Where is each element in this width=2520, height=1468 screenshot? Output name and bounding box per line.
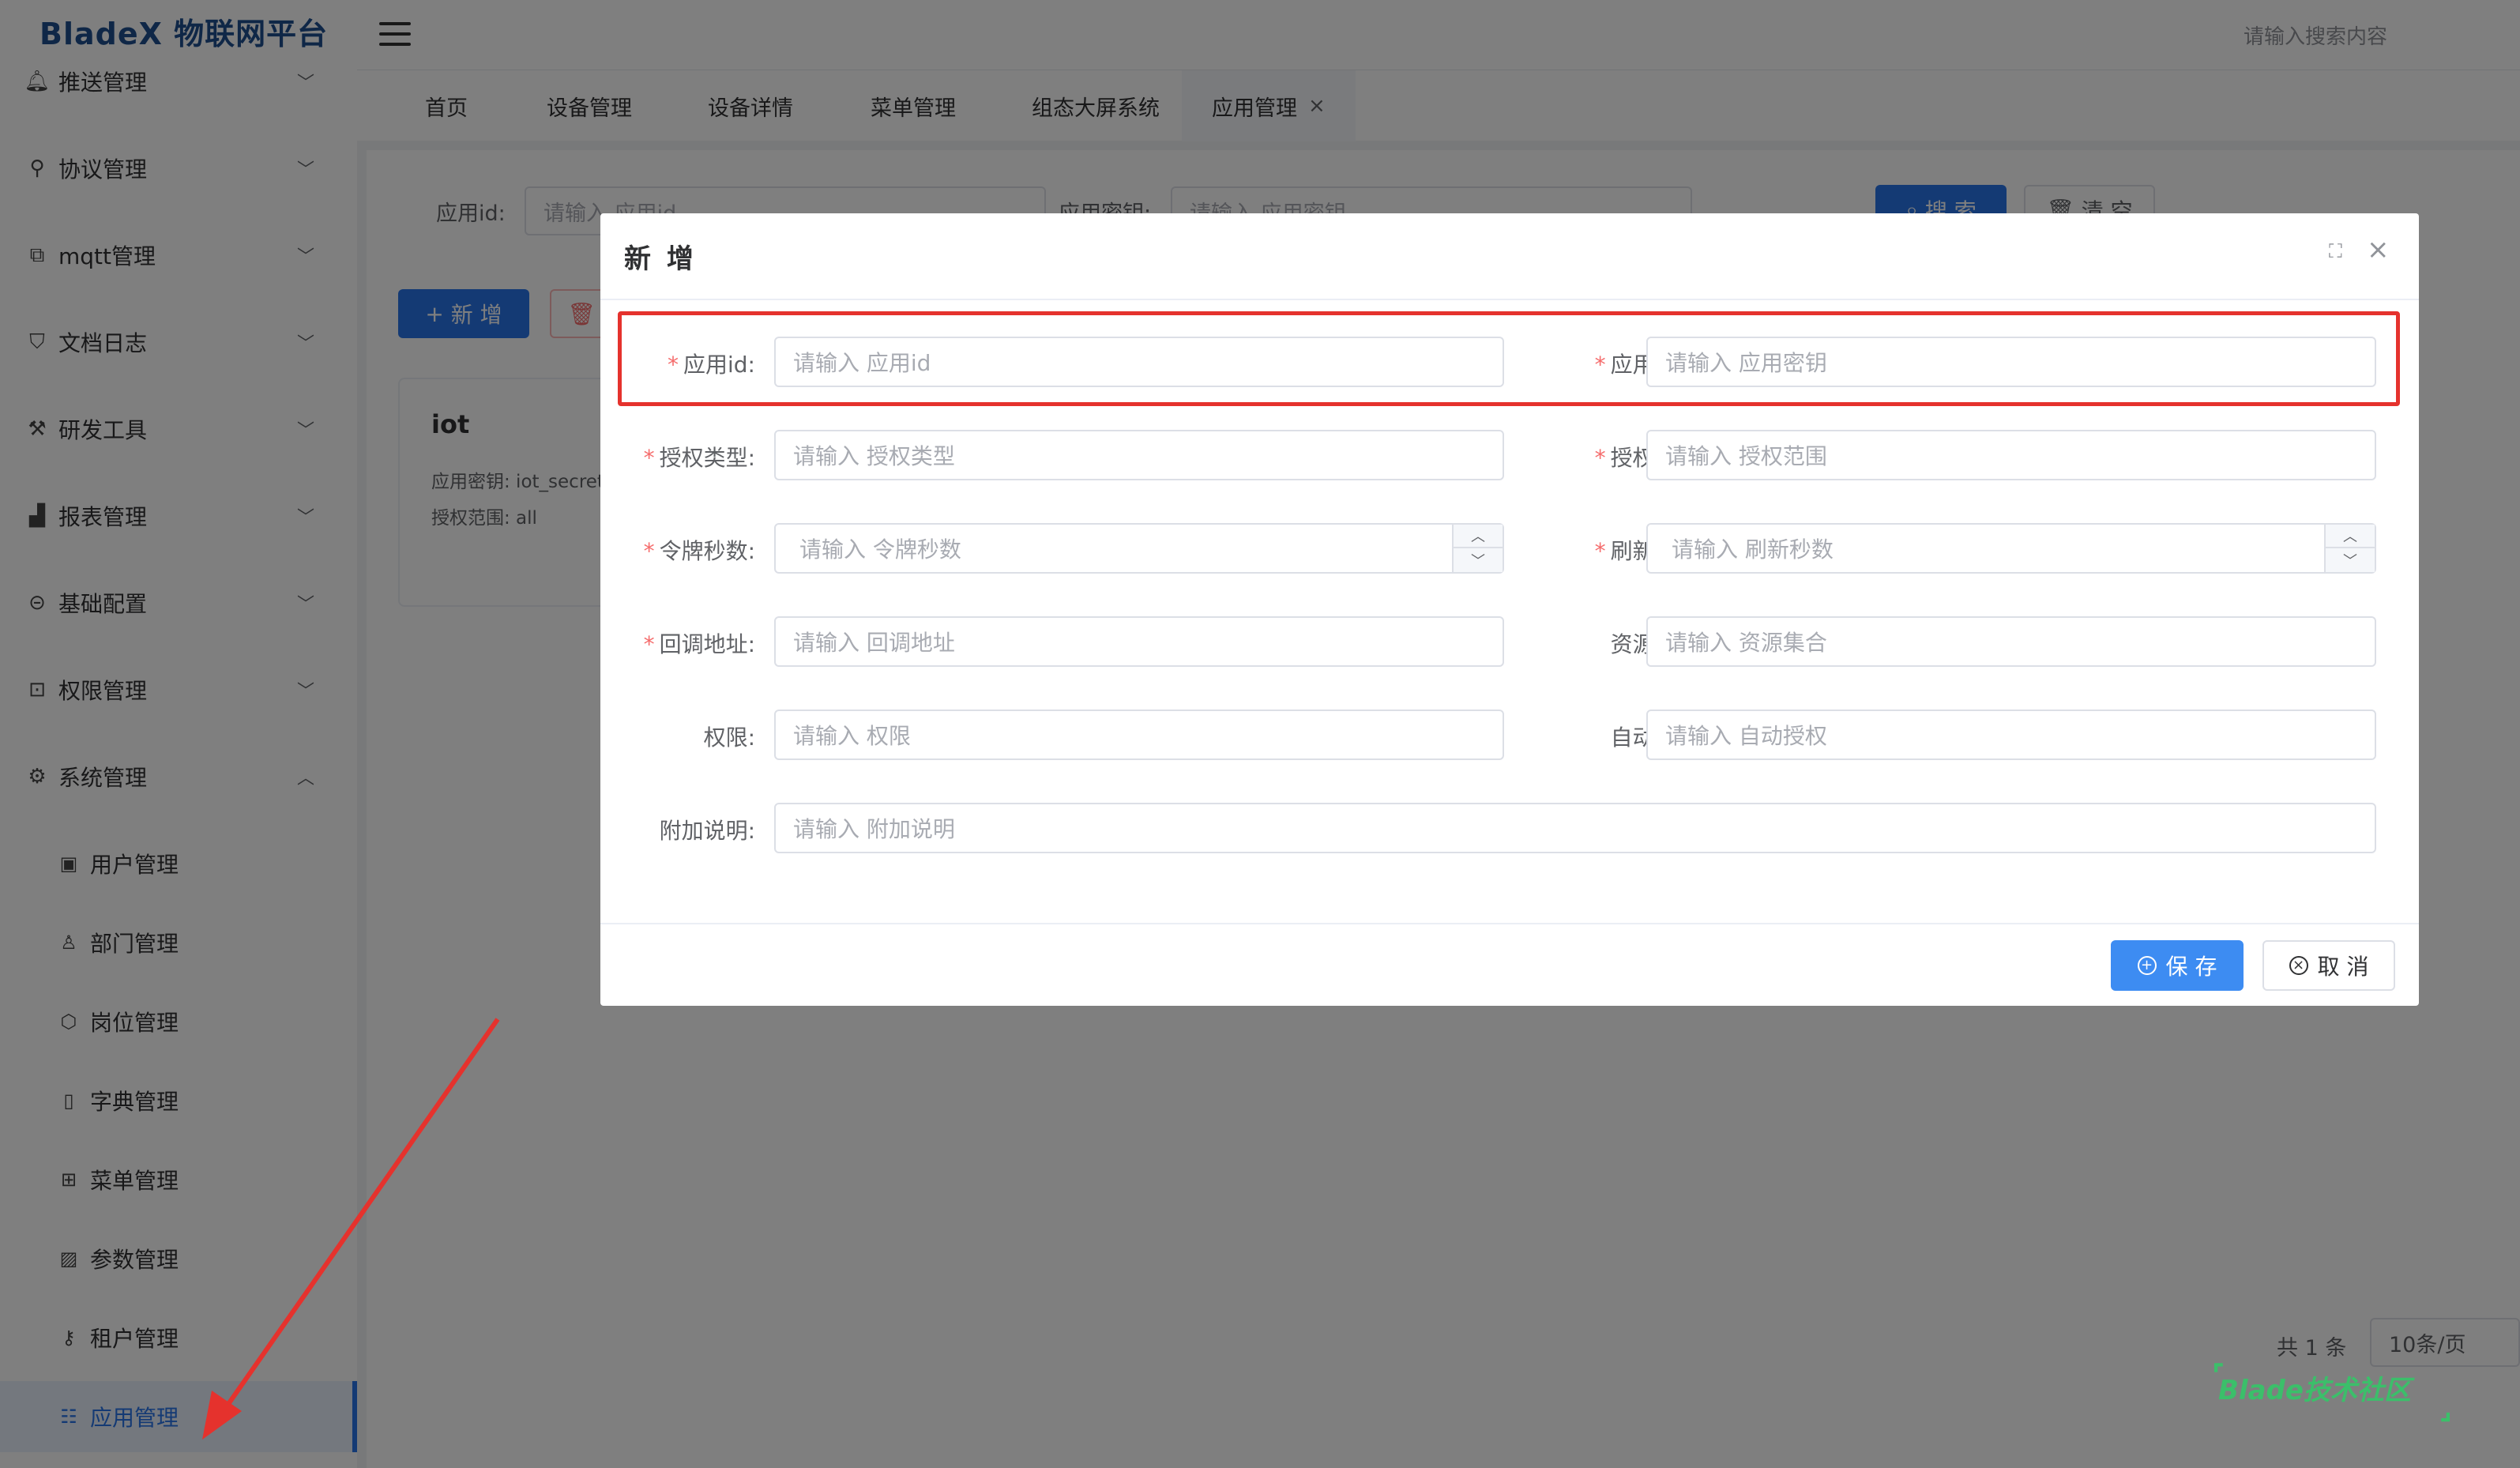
app-id-label: * 应用id: [600, 348, 755, 379]
required-mark: * [1594, 538, 1606, 564]
required-mark: * [643, 631, 655, 657]
cancel-button[interactable]: × 取 消 [2262, 940, 2395, 991]
required-mark: * [1594, 445, 1606, 471]
resources-input[interactable]: 请输入 资源集合 [1646, 616, 2376, 667]
refresh-seconds-stepper: ︿ ﹀ [2324, 525, 2375, 572]
refresh-seconds-input[interactable]: 请输入 刷新秒数 ︿ ﹀ [1646, 523, 2376, 574]
grant-type-label-text: 授权类型: [659, 445, 755, 471]
watermark: Blade技术社区 [2218, 1375, 2411, 1406]
scope-input[interactable]: 请输入 授权范围 [1646, 430, 2376, 480]
token-seconds-placeholder: 请输入 令牌秒数 [799, 536, 961, 563]
authorities-input[interactable]: 请输入 权限 [774, 710, 1504, 760]
dialog-title: 新 增 [624, 243, 697, 275]
refresh-seconds-placeholder: 请输入 刷新秒数 [1672, 536, 1834, 563]
save-button[interactable]: + 保 存 [2111, 940, 2244, 991]
add-dialog: 新 增 ⛶ × *应用id: 请输入 应用id *应用密钥: 请输入 应用密钥 … [600, 213, 2419, 1006]
required-mark: * [1594, 352, 1606, 378]
app-id-input[interactable]: 请输入 应用id [774, 337, 1504, 387]
app-secret-input[interactable]: 请输入 应用密钥 [1646, 337, 2376, 387]
save-button-label: 保 存 [2165, 954, 2217, 980]
close-icon[interactable]: × [2367, 234, 2390, 265]
token-seconds-input[interactable]: 请输入 令牌秒数 ︿ ﹀ [774, 523, 1504, 574]
callback-url-label: * 回调地址: [600, 627, 755, 659]
fullscreen-icon[interactable]: ⛶ [2329, 240, 2342, 262]
close-circle-icon: × [2289, 956, 2308, 975]
chevron-up-icon[interactable]: ︿ [2326, 525, 2375, 548]
dialog-header-divider [600, 299, 2419, 300]
additional-input[interactable]: 请输入 附加说明 [774, 803, 2376, 853]
authorities-label: 权限: [703, 725, 755, 751]
dialog-footer-divider [600, 923, 2419, 924]
app-id-label-text: 应用id: [683, 352, 755, 378]
token-seconds-label-text: 令牌秒数: [659, 538, 755, 564]
chevron-down-icon[interactable]: ﹀ [2326, 548, 2375, 572]
required-mark: * [643, 445, 655, 471]
token-seconds-label: * 令牌秒数: [600, 534, 755, 566]
auto-approve-input[interactable]: 请输入 自动授权 [1646, 710, 2376, 760]
plus-circle-icon: + [2137, 956, 2157, 975]
required-mark: * [668, 352, 679, 378]
cancel-button-label: 取 消 [2317, 954, 2369, 980]
callback-url-input[interactable]: 请输入 回调地址 [774, 616, 1504, 667]
additional-label: 附加说明: [659, 818, 755, 844]
watermark-bracket-right: ⌟ [2439, 1394, 2452, 1425]
grant-type-label: * 授权类型: [600, 441, 755, 472]
callback-url-label-text: 回调地址: [659, 631, 755, 657]
grant-type-input[interactable]: 请输入 授权类型 [774, 430, 1504, 480]
required-mark: * [643, 538, 655, 564]
